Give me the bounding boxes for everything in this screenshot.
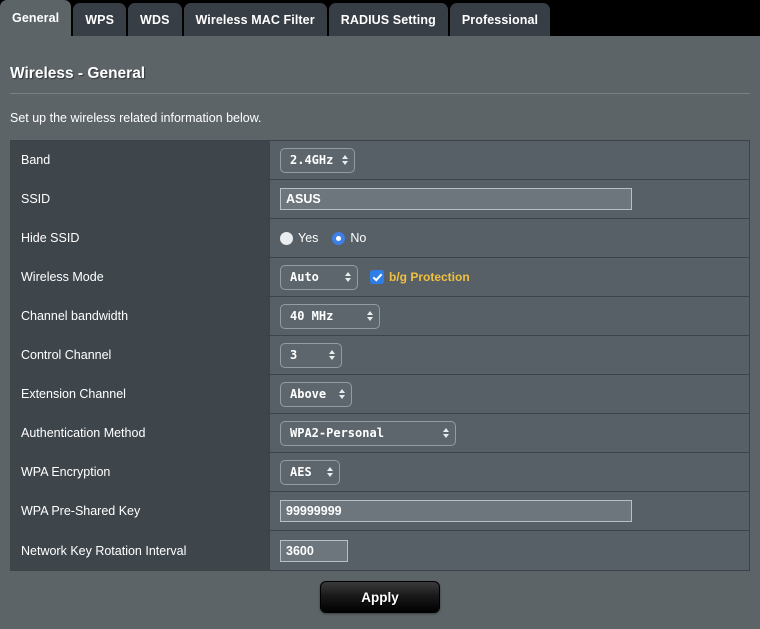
authentication-method-select-value: WPA2-Personal: [290, 426, 384, 440]
page-subtitle: Set up the wireless related information …: [10, 111, 262, 125]
label-authentication-method: Authentication Method: [11, 414, 270, 452]
tab-label: General: [12, 11, 59, 25]
label-extension-channel: Extension Channel: [11, 375, 270, 413]
table-row-key-rotation: Network Key Rotation Interval: [11, 531, 749, 570]
wireless-settings-table: Band 2.4GHz SSID Hide SSID Yes: [10, 140, 750, 571]
band-select-value: 2.4GHz: [290, 153, 333, 167]
tab-label: Professional: [462, 13, 538, 27]
value-ssid: [270, 180, 749, 218]
label-wpa-psk: WPA Pre-Shared Key: [11, 492, 270, 530]
channel-bandwidth-select-value: 40 MHz: [290, 309, 333, 323]
value-authentication-method: WPA2-Personal: [270, 414, 749, 452]
bg-protection-checkbox[interactable]: [370, 270, 384, 284]
tab-general[interactable]: General: [0, 0, 71, 36]
tab-wireless-mac-filter[interactable]: Wireless MAC Filter: [184, 3, 327, 36]
tab-professional[interactable]: Professional: [450, 3, 550, 36]
hide-ssid-yes-label: Yes: [298, 231, 318, 245]
table-row-wpa-encryption: WPA Encryption AES: [11, 453, 749, 492]
label-channel-bandwidth: Channel bandwidth: [11, 297, 270, 335]
bg-protection-checkbox-wrap: b/g Protection: [370, 270, 470, 284]
extension-channel-select[interactable]: Above: [280, 382, 352, 407]
apply-button[interactable]: Apply: [320, 581, 440, 613]
value-wpa-encryption: AES: [270, 453, 749, 491]
label-wpa-encryption: WPA Encryption: [11, 453, 270, 491]
wpa-encryption-select-value: AES: [290, 465, 312, 479]
tab-bar: General WPS WDS Wireless MAC Filter RADI…: [0, 0, 760, 36]
key-rotation-input[interactable]: [280, 540, 348, 562]
chevron-updown-icon: [329, 350, 335, 360]
table-row-ssid: SSID: [11, 180, 749, 219]
chevron-updown-icon: [367, 311, 373, 321]
hide-ssid-radio-group: Yes No: [280, 231, 375, 245]
apply-button-container: Apply: [0, 581, 760, 613]
bg-protection-label: b/g Protection: [389, 270, 470, 284]
label-control-channel: Control Channel: [11, 336, 270, 374]
hide-ssid-no-label: No: [350, 231, 366, 245]
label-ssid: SSID: [11, 180, 270, 218]
table-row-extension-channel: Extension Channel Above: [11, 375, 749, 414]
band-select[interactable]: 2.4GHz: [280, 148, 355, 173]
table-row-control-channel: Control Channel 3: [11, 336, 749, 375]
control-channel-select[interactable]: 3: [280, 343, 342, 368]
table-row-wpa-psk: WPA Pre-Shared Key: [11, 492, 749, 531]
hide-ssid-radio-yes[interactable]: [280, 232, 293, 245]
tab-label: WDS: [140, 13, 169, 27]
chevron-updown-icon: [339, 389, 345, 399]
value-channel-bandwidth: 40 MHz: [270, 297, 749, 335]
table-row-channel-bandwidth: Channel bandwidth 40 MHz: [11, 297, 749, 336]
authentication-method-select[interactable]: WPA2-Personal: [280, 421, 456, 446]
value-band: 2.4GHz: [270, 141, 749, 179]
wireless-mode-select[interactable]: Auto: [280, 265, 358, 290]
tab-wps[interactable]: WPS: [73, 3, 126, 36]
table-row-band: Band 2.4GHz: [11, 141, 749, 180]
value-extension-channel: Above: [270, 375, 749, 413]
value-wireless-mode: Auto b/g Protection: [270, 258, 749, 296]
label-band: Band: [11, 141, 270, 179]
value-hide-ssid: Yes No: [270, 219, 749, 257]
chevron-updown-icon: [443, 428, 449, 438]
chevron-updown-icon: [345, 272, 351, 282]
extension-channel-select-value: Above: [290, 387, 326, 401]
title-divider: [10, 93, 750, 94]
wireless-mode-select-value: Auto: [290, 270, 319, 284]
label-key-rotation: Network Key Rotation Interval: [11, 531, 270, 570]
wpa-encryption-select[interactable]: AES: [280, 460, 340, 485]
tab-radius-setting[interactable]: RADIUS Setting: [329, 3, 448, 36]
control-channel-select-value: 3: [290, 348, 297, 362]
table-row-hide-ssid: Hide SSID Yes No: [11, 219, 749, 258]
channel-bandwidth-select[interactable]: 40 MHz: [280, 304, 380, 329]
wpa-psk-input[interactable]: [280, 500, 632, 522]
page-title: Wireless - General: [10, 65, 145, 83]
chevron-updown-icon: [342, 155, 348, 165]
value-key-rotation: [270, 531, 749, 570]
tab-label: WPS: [85, 13, 114, 27]
value-wpa-psk: [270, 492, 749, 530]
tab-label: Wireless MAC Filter: [196, 13, 315, 27]
label-wireless-mode: Wireless Mode: [11, 258, 270, 296]
ssid-input[interactable]: [280, 188, 632, 210]
table-row-authentication-method: Authentication Method WPA2-Personal: [11, 414, 749, 453]
label-hide-ssid: Hide SSID: [11, 219, 270, 257]
tab-wds[interactable]: WDS: [128, 3, 181, 36]
page-content: Wireless - General Set up the wireless r…: [0, 36, 760, 629]
hide-ssid-radio-no[interactable]: [332, 232, 345, 245]
value-control-channel: 3: [270, 336, 749, 374]
chevron-updown-icon: [327, 467, 333, 477]
table-row-wireless-mode: Wireless Mode Auto b/g Protection: [11, 258, 749, 297]
tab-label: RADIUS Setting: [341, 13, 436, 27]
